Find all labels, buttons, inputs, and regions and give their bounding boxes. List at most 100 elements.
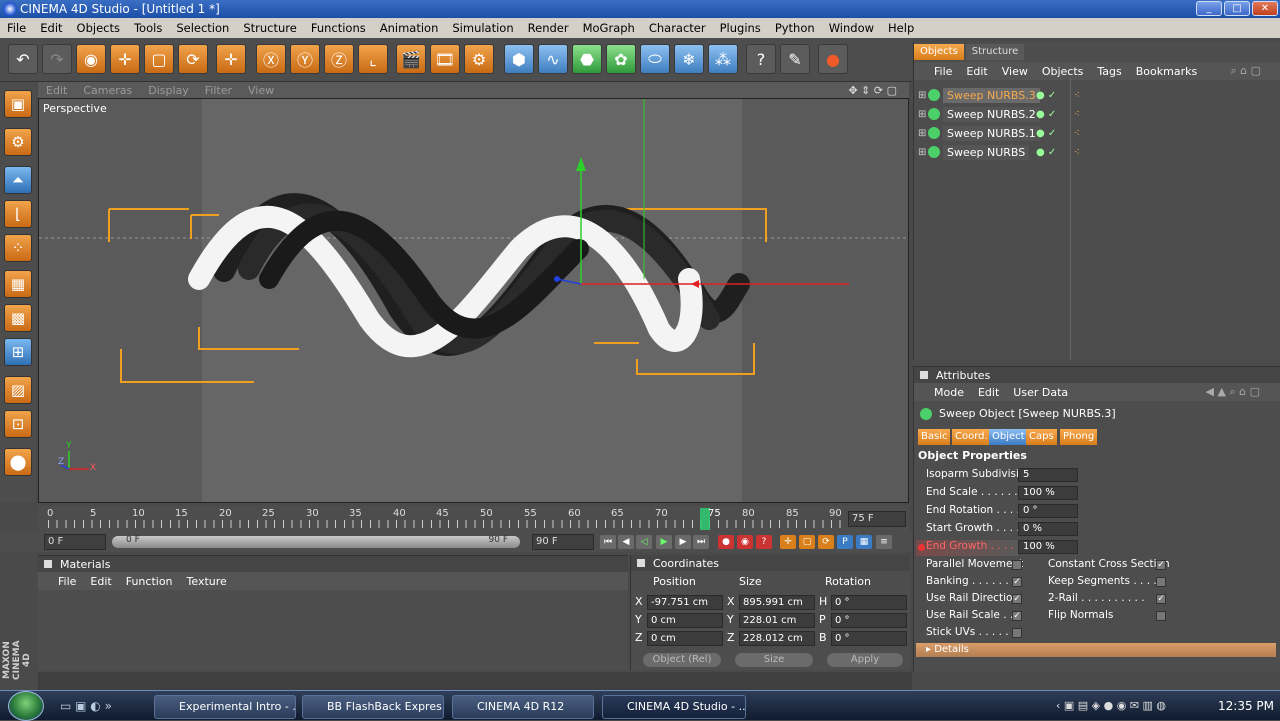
expand-icon[interactable]: ⊞ (918, 128, 928, 139)
parameter-key-icon[interactable]: P (837, 535, 853, 549)
om-menu-tags[interactable]: Tags (1097, 65, 1135, 78)
size-x-field[interactable]: 895.991 cm (739, 595, 815, 610)
x-axis-lock-icon[interactable]: Ⓧ (256, 44, 286, 74)
om-menu-file[interactable]: File (934, 65, 966, 78)
viewport-menu-view[interactable]: View (240, 84, 282, 97)
parallel-movement-checkbox[interactable] (1012, 560, 1022, 570)
menu-selection[interactable]: Selection (169, 21, 236, 35)
cube-primitive-icon[interactable]: ⬢ (504, 44, 534, 74)
tab-object[interactable]: Object (989, 429, 1028, 445)
recent-tool-icon[interactable]: ✛ (216, 44, 246, 74)
help-cursor-icon[interactable]: ? (746, 44, 776, 74)
om-search-home-icons[interactable]: ⌕ ⌂ ▢ (1230, 64, 1275, 78)
tweak-mode-icon[interactable]: ▨ (4, 376, 32, 404)
position-x-field[interactable]: -97.751 cm (647, 595, 723, 610)
tab-coord[interactable]: Coord. (952, 429, 991, 445)
start-button[interactable] (8, 691, 44, 721)
scale-icon[interactable]: ▢ (144, 44, 174, 74)
close-button[interactable]: ✕ (1252, 1, 1278, 16)
coordinate-mode-dropdown[interactable]: Object (Rel) (643, 653, 721, 667)
tab-phong[interactable]: Phong (1060, 429, 1098, 445)
size-mode-dropdown[interactable]: Size (735, 653, 813, 667)
materials-menu-texture[interactable]: Texture (187, 575, 241, 588)
menu-mograph[interactable]: MoGraph (576, 21, 642, 35)
model-mode-icon[interactable]: ⏶ (4, 166, 32, 194)
om-menu-objects[interactable]: Objects (1042, 65, 1098, 78)
rotation-p-field[interactable]: 0 ° (831, 613, 907, 628)
tab-caps[interactable]: Caps (1026, 429, 1057, 445)
attr-menu-edit[interactable]: Edit (978, 386, 1013, 399)
end-growth-field[interactable]: 100 % (1018, 540, 1078, 554)
details-section[interactable]: ▸ Details (916, 643, 1276, 657)
tab-basic[interactable]: Basic (918, 429, 951, 445)
rotation-h-field[interactable]: 0 ° (831, 595, 907, 610)
scale-key-icon[interactable]: ▢ (799, 535, 815, 549)
menu-tools[interactable]: Tools (127, 21, 169, 35)
taskbar-item-bb-flashback[interactable]: BB FlashBack Expres... (302, 695, 444, 719)
menu-objects[interactable]: Objects (70, 21, 127, 35)
viewport-navigation-icons[interactable]: ✥ ⇕ ⟳ ▢ (840, 84, 905, 97)
position-key-icon[interactable]: ✛ (780, 535, 796, 549)
isoparm-field[interactable]: 5 (1018, 468, 1078, 482)
apply-button[interactable]: Apply (827, 653, 903, 667)
taskbar-item-cinema-4d-studio[interactable]: CINEMA 4D Studio - ... (602, 695, 746, 719)
keyframe-selection-icon[interactable]: ? (756, 535, 772, 549)
materials-menu-file[interactable]: File (58, 575, 90, 588)
perspective-viewport[interactable]: Perspective Y Z X (38, 98, 909, 503)
rotation-key-icon[interactable]: ⟳ (818, 535, 834, 549)
tab-objects[interactable]: Objects (914, 44, 964, 60)
workplane-icon[interactable]: ⬤ (4, 448, 32, 476)
live-selection-icon[interactable]: ◉ (76, 44, 106, 74)
menu-render[interactable]: Render (521, 21, 576, 35)
scene-icon[interactable]: ❄ (674, 44, 704, 74)
materials-menu-edit[interactable]: Edit (90, 575, 125, 588)
script-manager-icon[interactable]: ✎ (780, 44, 810, 74)
position-y-field[interactable]: 0 cm (647, 613, 723, 628)
end-scale-field[interactable]: 100 % (1018, 486, 1078, 500)
frame-range-slider[interactable]: 0 F 90 F (112, 535, 520, 548)
viewport-menu-filter[interactable]: Filter (197, 84, 240, 97)
start-frame-field[interactable]: 0 F (44, 534, 106, 550)
expand-icon[interactable]: ⊞ (918, 109, 928, 120)
nurbs-icon[interactable]: ⬣ (572, 44, 602, 74)
menu-animation[interactable]: Animation (373, 21, 446, 35)
taskbar-item-experimental-intro[interactable]: Experimental Intro - ... (154, 695, 296, 719)
size-y-field[interactable]: 228.01 cm (739, 613, 815, 628)
previous-key-icon[interactable]: ◀ (618, 535, 634, 549)
om-menu-edit[interactable]: Edit (966, 65, 1001, 78)
keyframe-dot-icon[interactable] (918, 544, 925, 551)
end-rotation-field[interactable]: 0 ° (1018, 504, 1078, 518)
move-icon[interactable]: ✛ (110, 44, 140, 74)
expand-icon[interactable]: ⊞ (918, 90, 928, 101)
pla-key-icon[interactable]: ▦ (856, 535, 872, 549)
render-view-icon[interactable]: 🎬 (396, 44, 426, 74)
rotation-b-field[interactable]: 0 ° (831, 631, 907, 646)
record-position-icon[interactable]: ● (718, 535, 734, 549)
menu-simulation[interactable]: Simulation (445, 21, 520, 35)
system-tray-icons[interactable]: ‹ ▣ ▤ ◈ ● ◉ ✉ ▥ ◍ (1056, 699, 1166, 712)
enable-axis-icon[interactable]: ⊞ (4, 338, 32, 366)
menu-structure[interactable]: Structure (236, 21, 304, 35)
coordinate-system-icon[interactable]: ⌞ (358, 44, 388, 74)
two-rail-checkbox[interactable]: ✓ (1156, 594, 1166, 604)
menu-window[interactable]: Window (822, 21, 881, 35)
current-frame-field[interactable]: 75 F (848, 511, 906, 527)
use-rail-scale-checkbox[interactable]: ✓ (1012, 611, 1022, 621)
polygons-mode-icon[interactable]: ▩ (4, 304, 32, 332)
attr-menu-mode[interactable]: Mode (934, 386, 978, 399)
array-icon[interactable]: ✿ (606, 44, 636, 74)
position-z-field[interactable]: 0 cm (647, 631, 723, 646)
start-growth-field[interactable]: 0 % (1018, 522, 1078, 536)
menu-file[interactable]: File (0, 21, 33, 35)
viewport-menu-cameras[interactable]: Cameras (75, 84, 140, 97)
texture-mode-icon[interactable]: ⚙ (4, 128, 32, 156)
expand-icon[interactable]: ⊞ (918, 147, 928, 158)
size-z-field[interactable]: 228.012 cm (739, 631, 815, 646)
undo-icon[interactable]: ↶ (8, 44, 38, 74)
attr-menu-user-data[interactable]: User Data (1013, 386, 1082, 399)
timeline-options-icon[interactable]: ≡ (876, 535, 892, 549)
minimize-button[interactable]: _ (1196, 1, 1222, 16)
play-forward-icon[interactable]: ▶ (656, 535, 672, 549)
constant-cross-section-checkbox[interactable]: ✓ (1156, 560, 1166, 570)
edges-mode-icon[interactable]: ▦ (4, 270, 32, 298)
